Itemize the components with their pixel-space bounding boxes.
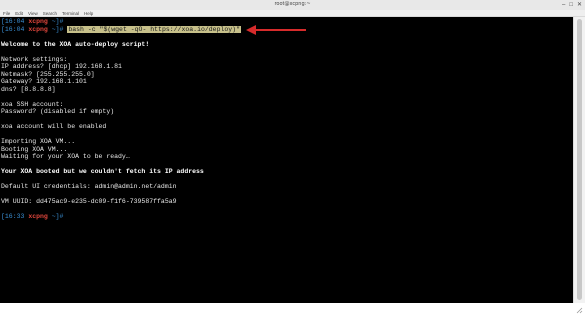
uuid-line: VM UUID: dd475ac9-e235-dc09-f1f6-739587f…	[1, 198, 177, 205]
importing-line: Importing XOA VM...	[1, 138, 76, 145]
close-icon[interactable]: ✕	[577, 1, 582, 9]
red-arrow-annotation	[246, 25, 306, 35]
dns-line: dns? [8.8.8.8]	[1, 85, 56, 93]
minimize-icon[interactable]: –	[562, 1, 565, 9]
menu-edit[interactable]: Edit	[15, 10, 23, 17]
booting-line: Booting XOA VM...	[1, 145, 68, 153]
xoa-enabled-line: xoa account will be enabled	[1, 123, 107, 130]
terminal-output[interactable]: [16:04 xcpng ~]# [16:04 xcpng ~]# bash -…	[0, 17, 573, 303]
netmask-line: Netmask? [255.255.255.0]	[1, 70, 95, 78]
gateway-line: Gateway? 192.168.1.101	[1, 78, 87, 85]
final-prompt: [16:33 xcpng ~]#	[1, 213, 64, 220]
resize-grip-icon[interactable]	[575, 306, 583, 314]
maximize-icon[interactable]: □	[569, 1, 573, 9]
menu-terminal[interactable]: Terminal	[62, 10, 79, 17]
menu-bar: File Edit View Search Terminal Help	[0, 10, 585, 17]
ip-line: IP address? [dhcp] 192.168.1.81	[1, 63, 122, 70]
scrollbar-thumb[interactable]	[577, 19, 582, 300]
menu-file[interactable]: File	[3, 10, 10, 17]
password-line: Password? (disabled if empty)	[1, 108, 115, 115]
vertical-scrollbar[interactable]	[573, 17, 585, 303]
ssh-header: xoa SSH account:	[1, 100, 64, 108]
menu-search[interactable]: Search	[43, 10, 57, 17]
booted-message: Your XOA booted but we couldn't fetch it…	[1, 168, 204, 175]
welcome-message: Welcome to the XOA auto-deploy script!	[1, 40, 150, 48]
deploy-command: bash -c "$(wget -qO- https://xoa.io/depl…	[67, 25, 241, 33]
window-title: root@xcpng:~	[274, 1, 311, 7]
menu-help[interactable]: Help	[84, 10, 93, 17]
menu-view[interactable]: View	[28, 10, 38, 17]
credentials-line: Default UI credentials: admin@admin.net/…	[1, 183, 177, 190]
window-bottom	[0, 303, 585, 317]
window-titlebar[interactable]: root@xcpng:~ – □ ✕	[0, 0, 585, 10]
waiting-line: Waiting for your XOA to be ready…	[1, 153, 130, 160]
network-header: Network settings:	[1, 55, 68, 63]
